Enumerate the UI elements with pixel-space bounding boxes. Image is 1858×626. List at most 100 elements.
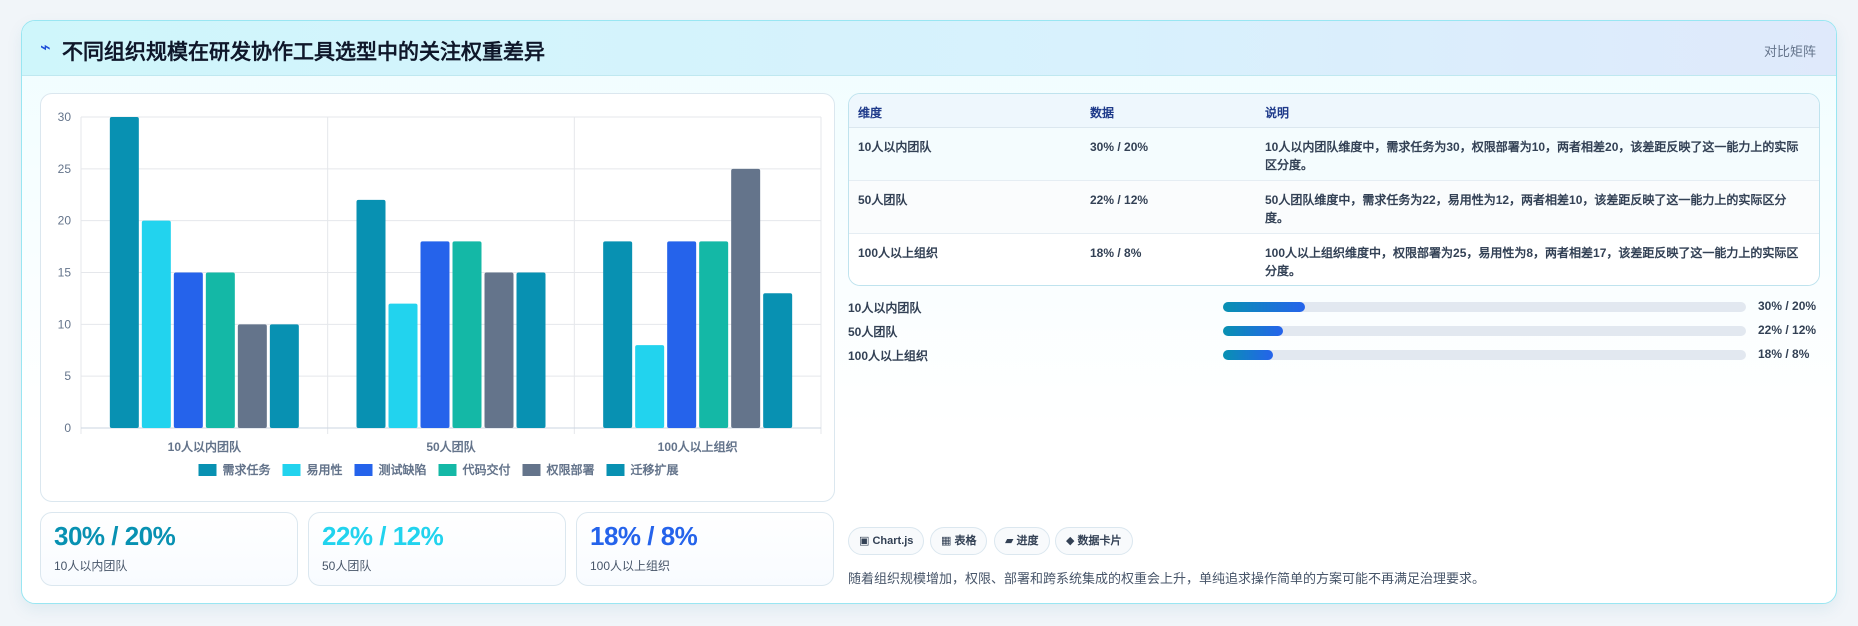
- y-tick-label: 10: [58, 317, 72, 331]
- progress-label: 50人团队: [848, 325, 898, 339]
- bar: [173, 272, 203, 428]
- progress-value: 22% / 12%: [1758, 323, 1817, 337]
- chip-chartjs[interactable]: ▣ Chart.js: [848, 527, 925, 555]
- table-header-desc: 说明: [1265, 106, 1290, 120]
- table-header: 维度 数据 说明: [849, 94, 1819, 128]
- legend-swatch: [282, 464, 301, 476]
- chip-data-card[interactable]: ◆ 数据卡片: [1055, 527, 1133, 555]
- kpi-value: 30% / 20%: [54, 521, 176, 551]
- kpi-card: 30% / 20% 10人以内团队: [40, 512, 298, 586]
- progress-value: 18% / 8%: [1758, 347, 1810, 361]
- progress-label: 100人以上组织: [848, 349, 929, 363]
- bar: [269, 324, 299, 428]
- table-header-dim: 维度: [858, 106, 883, 120]
- table-row: 50人团队 22% / 12% 50人团队维度中，需求任务为22，易用性为12，…: [849, 181, 1819, 234]
- progress-icon: ▰: [1005, 535, 1014, 547]
- chip-table[interactable]: ▦ 表格: [930, 527, 988, 555]
- legend-label: 需求任务: [223, 462, 272, 477]
- bar: [237, 324, 267, 428]
- bar: [356, 199, 386, 428]
- bar: [667, 241, 697, 428]
- bar: [763, 293, 793, 428]
- table-row: 10人以内团队 30% / 20% 10人以内团队维度中，需求任务为30，权限部…: [849, 128, 1819, 181]
- progress-track: [1223, 350, 1746, 360]
- x-tick-label: 100人以上组织: [658, 439, 738, 454]
- x-tick-label: 50人团队: [426, 439, 476, 454]
- table-cell-desc: 50人团队维度中，需求任务为22，易用性为12，两者相差10，该差距反映了这一能…: [1265, 193, 1787, 225]
- legend-swatch: [522, 464, 541, 476]
- legend-label: 权限部署: [546, 462, 595, 477]
- legend-label: 易用性: [307, 462, 343, 477]
- chip-label: 进度: [1016, 535, 1039, 547]
- table-cell-data: 18% / 8%: [1090, 246, 1142, 260]
- bar: [484, 272, 514, 428]
- pulse-icon: ⌁: [40, 37, 51, 57]
- progress-fill: [1223, 302, 1306, 312]
- kpi-label: 100人以上组织: [590, 559, 671, 573]
- y-tick-label: 25: [58, 162, 72, 176]
- table-cell-data: 22% / 12%: [1090, 193, 1149, 207]
- progress-track: [1223, 302, 1746, 312]
- bar-chart: 0 5 10 15 20 25 30 10人以内团队 50人团队 100人以上组织需求任务 易用性 测…: [58, 110, 822, 477]
- bar-chart-panel: 0 5 10 15 20 25 30 10人以内团队 50人团队 100人以上组织需求任务 易用性 测…: [40, 93, 835, 502]
- kpi-label: 10人以内团队: [54, 559, 128, 573]
- table-header-data: 数据: [1090, 106, 1115, 120]
- y-tick-label: 5: [64, 369, 71, 383]
- legend-swatch: [354, 464, 373, 476]
- progress-fill: [1223, 326, 1284, 336]
- chip-label: Chart.js: [872, 535, 914, 547]
- bar: [388, 303, 418, 428]
- progress-track: [1223, 326, 1746, 336]
- comparison-card: ⌁ 不同组织规模在研发协作工具选型中的关注权重差异 对比矩阵 0 5 10 15 20 2…: [21, 20, 1837, 604]
- chip-progress[interactable]: ▰ 进度: [994, 527, 1050, 555]
- progress-label: 10人以内团队: [848, 301, 922, 315]
- kpi-card: 18% / 8% 100人以上组织: [576, 512, 834, 586]
- bar: [603, 241, 633, 428]
- chip-label: 数据卡片: [1077, 535, 1122, 547]
- y-tick-label: 30: [58, 110, 72, 124]
- y-tick-label: 15: [58, 266, 72, 280]
- legend-label: 迁移扩展: [631, 462, 679, 477]
- bar: [635, 345, 665, 428]
- bar: [452, 241, 482, 428]
- footnote: 随着组织规模增加，权限、部署和跨系统集成的权重会上升，单纯追求操作简单的方案可能…: [848, 571, 1486, 586]
- table-cell-dim: 100人以上组织: [858, 246, 939, 260]
- card-header: ⌁ 不同组织规模在研发协作工具选型中的关注权重差异 对比矩阵: [22, 21, 1836, 76]
- table-cell-dim: 50人团队: [858, 193, 908, 207]
- y-tick-label: 0: [64, 421, 71, 435]
- chip-label: 表格: [954, 535, 977, 547]
- kpi-value: 18% / 8%: [590, 521, 698, 551]
- header-tag: 对比矩阵: [1763, 44, 1816, 59]
- table-cell-data: 30% / 20%: [1090, 140, 1149, 154]
- legend-label: 代码交付: [462, 462, 511, 477]
- kpi-label: 50人团队: [322, 559, 372, 573]
- bar: [731, 168, 761, 428]
- chart-icon: ▣: [859, 535, 870, 547]
- kpi-card: 22% / 12% 50人团队: [308, 512, 566, 586]
- bar: [141, 220, 171, 428]
- progress-row: 50人团队 22% / 12%: [848, 321, 1828, 341]
- bar: [109, 117, 139, 428]
- progress-fill: [1223, 350, 1273, 360]
- data-table: 维度 数据 说明 10人以内团队 30% / 20% 10人以内团队维度中，需求…: [848, 93, 1820, 286]
- progress-row: 100人以上组织 18% / 8%: [848, 345, 1828, 365]
- table-cell-desc: 100人以上组织维度中，权限部署为25，易用性为8，两者相差17，该差距反映了这…: [1265, 246, 1799, 278]
- legend-swatch: [198, 464, 217, 476]
- progress-row: 10人以内团队 30% / 20%: [848, 297, 1828, 317]
- progress-value: 30% / 20%: [1758, 299, 1817, 313]
- diamond-icon: ◆: [1066, 535, 1075, 547]
- table-cell-desc: 10人以内团队维度中，需求任务为30，权限部署为10，两者相差20，该差距反映了…: [1265, 140, 1799, 172]
- bar: [516, 272, 546, 428]
- kpi-value: 22% / 12%: [322, 521, 444, 551]
- table-cell-dim: 10人以内团队: [858, 140, 932, 154]
- bar: [699, 241, 729, 428]
- bar: [205, 272, 235, 428]
- bar: [420, 241, 450, 428]
- table-icon: ▦: [941, 535, 952, 547]
- y-tick-label: 20: [58, 214, 72, 228]
- legend-swatch: [438, 464, 457, 476]
- x-tick-label: 10人以内团队: [168, 439, 242, 454]
- table-row: 100人以上组织 18% / 8% 100人以上组织维度中，权限部署为25，易用…: [849, 234, 1819, 285]
- legend-swatch: [606, 464, 625, 476]
- legend-label: 测试缺陷: [379, 462, 427, 477]
